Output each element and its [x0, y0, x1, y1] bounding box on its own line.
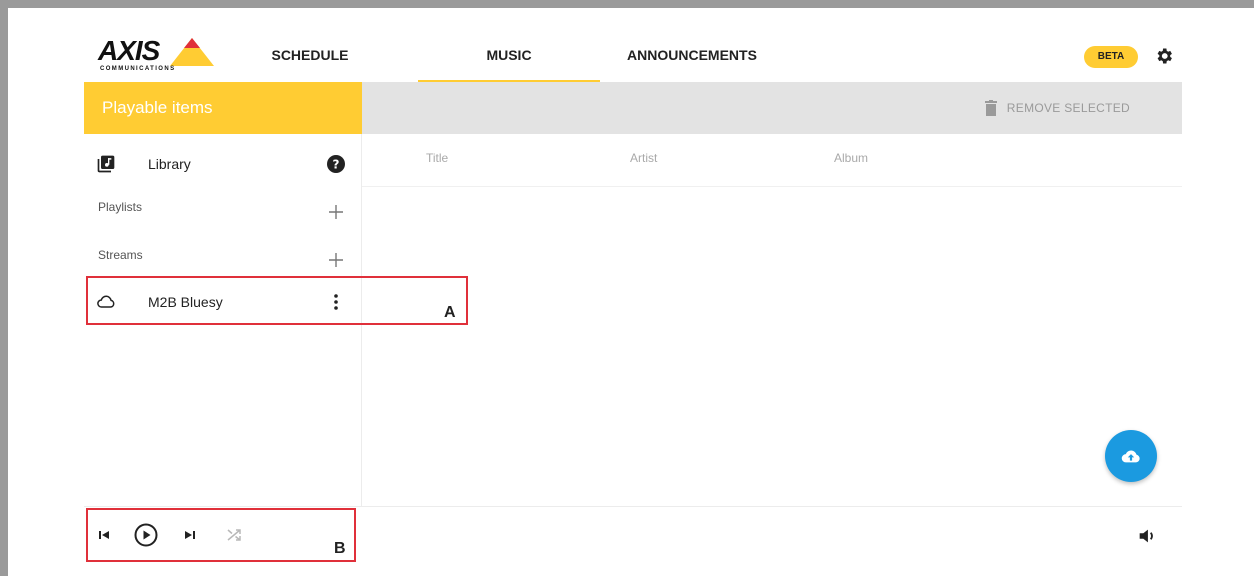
sidebar-title: Playable items [102, 98, 213, 117]
annotation-box-a [86, 276, 468, 325]
streams-label: Streams [98, 248, 143, 262]
annotation-label-a: A [444, 304, 456, 321]
annotation-label-b: B [334, 540, 346, 557]
cloud-upload-icon [1121, 450, 1140, 463]
library-label: Library [148, 156, 191, 172]
svg-text:?: ? [333, 158, 340, 172]
axis-logo: AXIS COMMUNICATIONS [98, 35, 214, 76]
sidebar-item-library[interactable]: Library ? [84, 146, 362, 182]
logo-wordmark: AXIS [98, 35, 160, 66]
column-title[interactable]: Title [426, 151, 448, 165]
trash-icon [984, 100, 997, 116]
tab-music[interactable]: MUSIC [418, 28, 600, 82]
add-stream-icon[interactable] [324, 248, 348, 272]
volume-icon[interactable] [1136, 525, 1158, 547]
tab-schedule[interactable]: SCHEDULE [254, 28, 366, 82]
playlists-label: Playlists [98, 200, 143, 214]
column-artist[interactable]: Artist [630, 151, 657, 165]
sidebar-item-streams: Streams [84, 242, 362, 270]
table-header-divider [362, 186, 1182, 187]
column-album[interactable]: Album [834, 151, 868, 165]
add-playlist-icon[interactable] [324, 200, 348, 224]
main-toolbar: REMOVE SELECTED [362, 82, 1182, 134]
remove-selected-button[interactable]: REMOVE SELECTED [984, 98, 1130, 118]
beta-badge: BETA [1084, 46, 1138, 68]
sidebar-item-playlists: Playlists [84, 194, 362, 222]
logo-subtext: COMMUNICATIONS [100, 66, 176, 72]
annotation-box-b [86, 508, 356, 562]
gear-icon[interactable] [1154, 46, 1174, 66]
logo-triangle-icon [170, 38, 214, 66]
library-music-icon [97, 155, 115, 173]
help-icon[interactable]: ? [324, 152, 348, 176]
top-bar: AXIS COMMUNICATIONS SCHEDULE MUSIC ANNOU… [84, 28, 1182, 82]
sidebar-header: Playable items [84, 82, 362, 134]
remove-selected-label: REMOVE SELECTED [1006, 101, 1130, 115]
tab-announcements[interactable]: ANNOUNCEMENTS [604, 28, 780, 82]
upload-button[interactable] [1105, 430, 1157, 482]
